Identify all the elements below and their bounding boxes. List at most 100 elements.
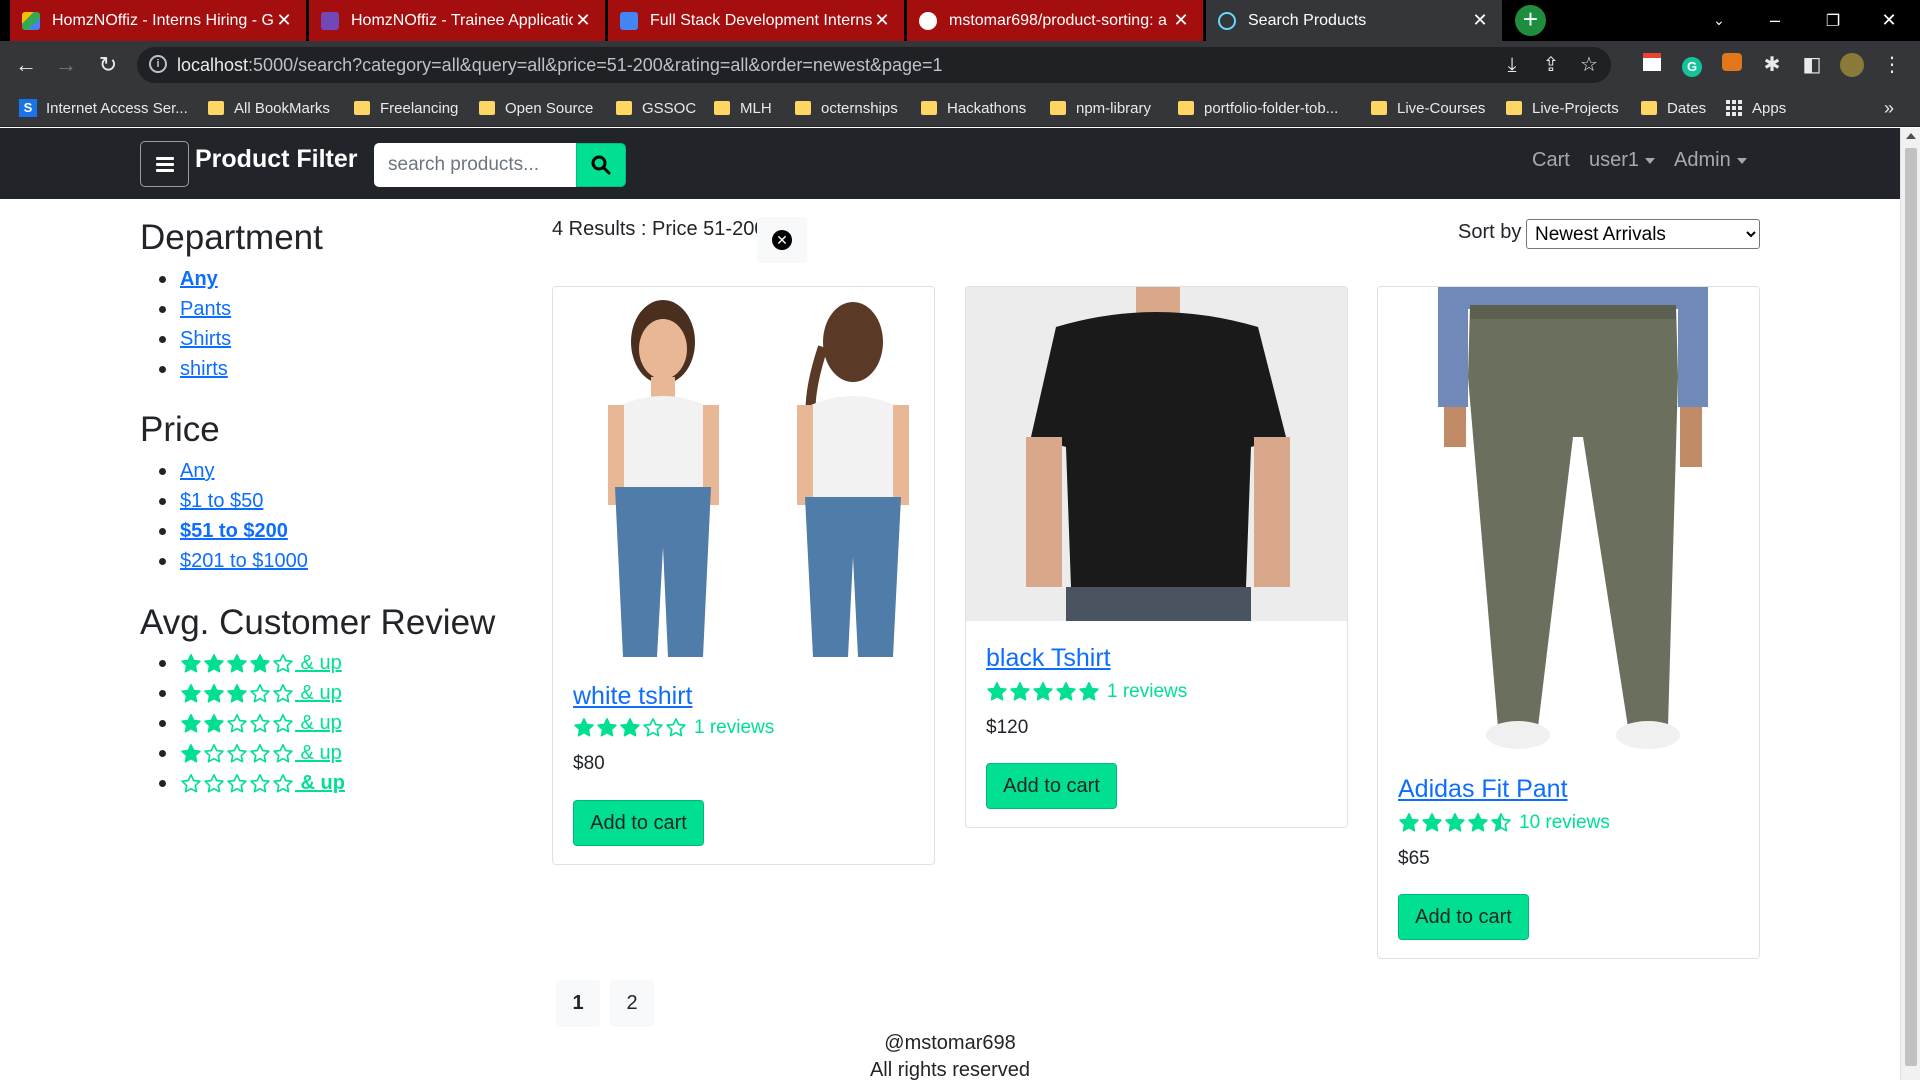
sort-select[interactable]: Newest Arrivals: [1526, 219, 1760, 249]
site-info-icon[interactable]: i: [149, 55, 167, 73]
close-icon[interactable]: ✕: [872, 10, 892, 31]
tab-github-product-sorting[interactable]: mstomar698/product-sorting: a f ✕: [907, 0, 1203, 41]
department-link-any[interactable]: Any: [180, 268, 218, 290]
product-title-link[interactable]: Adidas Fit Pant: [1398, 775, 1568, 804]
page-1-button[interactable]: 1: [556, 980, 600, 1027]
price-link-any[interactable]: Any: [180, 460, 214, 482]
bookmark-mlh[interactable]: MLH: [714, 89, 772, 127]
star-icon: [1422, 813, 1442, 832]
search-button[interactable]: [576, 143, 626, 187]
price-link-1-50[interactable]: $1 to $50: [180, 490, 263, 512]
add-to-cart-button[interactable]: Add to cart: [1398, 894, 1529, 940]
tab-interns-hiring[interactable]: HomzNOffiz - Interns Hiring - Go ✕: [10, 0, 306, 41]
product-title-link[interactable]: black Tshirt: [986, 644, 1111, 673]
reload-button[interactable]: ↻: [90, 47, 126, 83]
review-count[interactable]: 1 reviews: [1107, 681, 1187, 703]
tab-search-chevron-icon[interactable]: ⌄: [1696, 0, 1742, 41]
bookmark-star-icon[interactable]: ☆: [1577, 53, 1601, 77]
tab-full-stack-internship[interactable]: Full Stack Development Internshi ✕: [608, 0, 904, 41]
back-button[interactable]: ←: [8, 47, 44, 83]
star-rating-icon: [986, 681, 1101, 703]
bookmark-open-source[interactable]: Open Source: [479, 89, 593, 127]
bookmark-freelancing[interactable]: Freelancing: [354, 89, 458, 127]
bookmark-all-bookmarks[interactable]: All BookMarks: [208, 89, 330, 127]
list-item: Any: [159, 456, 308, 486]
close-window-button[interactable]: ✕: [1866, 0, 1912, 41]
star-rating-icon: [1398, 812, 1513, 834]
product-image-white-tshirt[interactable]: [553, 287, 934, 657]
product-image-black-tshirt[interactable]: [966, 287, 1347, 621]
search-input[interactable]: [374, 143, 576, 187]
scrollbar-thumb[interactable]: [1905, 148, 1917, 1066]
admin-dropdown[interactable]: Admin: [1674, 149, 1747, 172]
scroll-up-arrow-icon[interactable]: [1906, 133, 1916, 139]
star-icon: [250, 683, 270, 703]
tab-trainee-application[interactable]: HomzNOffiz - Trainee Applicatio ✕: [309, 0, 605, 41]
bookmarks-overflow-button[interactable]: »: [1884, 89, 1894, 127]
review-count[interactable]: 10 reviews: [1519, 812, 1610, 834]
cart-link[interactable]: Cart: [1532, 149, 1570, 172]
bookmark-label: Internet Access Ser...: [46, 99, 188, 117]
department-link-shirts-lower[interactable]: shirts: [180, 358, 228, 380]
close-icon[interactable]: ✕: [274, 10, 294, 31]
forward-button[interactable]: →: [48, 47, 84, 83]
page-scrollbar[interactable]: [1900, 128, 1920, 1080]
install-icon[interactable]: ⤓: [1500, 53, 1524, 77]
puzzle-extensions-icon[interactable]: ✱: [1760, 53, 1784, 77]
close-icon[interactable]: ✕: [1171, 10, 1191, 31]
clear-filter-button[interactable]: ✕: [757, 217, 807, 263]
url-field[interactable]: i localhost:5000/search?category=all&que…: [137, 47, 1611, 83]
department-link-pants[interactable]: Pants: [180, 298, 231, 320]
price-link-51-200[interactable]: $51 to $200: [180, 520, 288, 542]
bookmark-apps[interactable]: Apps: [1726, 89, 1786, 127]
folder-icon: [1641, 101, 1657, 115]
bookmark-label: Open Source: [505, 99, 594, 117]
results-summary: 4 Results : Price 51-200: [552, 218, 766, 240]
bookmark-dates[interactable]: Dates: [1641, 89, 1706, 127]
bookmark-hackathons[interactable]: Hackathons: [921, 89, 1026, 127]
bookmark-label: GSSOC: [642, 99, 697, 117]
user-name: user1: [1589, 149, 1640, 171]
review-filter-2-stars[interactable]: & up: [180, 712, 342, 734]
grammarly-icon[interactable]: G: [1680, 53, 1704, 77]
new-tab-button[interactable]: +: [1515, 5, 1546, 36]
bookmark-gssoc[interactable]: GSSOC: [616, 89, 696, 127]
department-link-shirts[interactable]: Shirts: [180, 328, 231, 350]
review-filter-0-stars[interactable]: & up: [180, 772, 345, 794]
product-title-link[interactable]: white tshirt: [573, 682, 692, 711]
add-to-cart-button[interactable]: Add to cart: [573, 800, 704, 846]
star-rating-icon: [180, 683, 295, 705]
review-filter-1-stars[interactable]: & up: [180, 742, 342, 764]
metamask-icon[interactable]: [1720, 53, 1744, 77]
tab-search-products[interactable]: Search Products ✕: [1206, 0, 1502, 41]
sidebar-toggle-button[interactable]: [140, 141, 189, 187]
review-filter-4-stars[interactable]: & up: [180, 652, 342, 674]
page-2-button[interactable]: 2: [610, 980, 654, 1027]
close-icon[interactable]: ✕: [1470, 10, 1490, 31]
extension-red-icon[interactable]: [1640, 53, 1664, 77]
list-item: & up: [159, 738, 345, 768]
product-image-adidas-fit-pant[interactable]: [1378, 287, 1759, 753]
review-filter-3-stars[interactable]: & up: [180, 682, 342, 704]
close-icon[interactable]: ✕: [573, 10, 593, 31]
minimize-button[interactable]: –: [1752, 0, 1798, 41]
star-icon: [250, 743, 270, 763]
bookmark-internet-access[interactable]: S Internet Access Ser...: [19, 89, 188, 127]
add-to-cart-button[interactable]: Add to cart: [986, 763, 1117, 809]
bookmark-octernships[interactable]: octernships: [795, 89, 898, 127]
brand-title[interactable]: Product Filter: [195, 145, 358, 174]
user-dropdown[interactable]: user1: [1589, 149, 1656, 172]
bookmark-portfolio-folder[interactable]: portfolio-folder-tob...: [1178, 89, 1338, 127]
browser-tab-bar: HomzNOffiz - Interns Hiring - Go ✕ HomzN…: [0, 0, 1920, 41]
restore-button[interactable]: ❐: [1810, 0, 1856, 41]
bookmark-npm-library[interactable]: npm-library: [1050, 89, 1151, 127]
menu-kebab-icon[interactable]: ⋮: [1880, 53, 1904, 77]
review-count[interactable]: 1 reviews: [694, 717, 774, 739]
profile-avatar[interactable]: [1840, 53, 1864, 77]
side-panel-icon[interactable]: ◧: [1800, 53, 1824, 77]
star-icon: [181, 653, 201, 673]
bookmark-live-courses[interactable]: Live-Courses: [1371, 89, 1485, 127]
price-link-201-1000[interactable]: $201 to $1000: [180, 550, 308, 572]
bookmark-live-projects[interactable]: Live-Projects: [1506, 89, 1619, 127]
share-icon[interactable]: ⇪: [1539, 53, 1563, 77]
